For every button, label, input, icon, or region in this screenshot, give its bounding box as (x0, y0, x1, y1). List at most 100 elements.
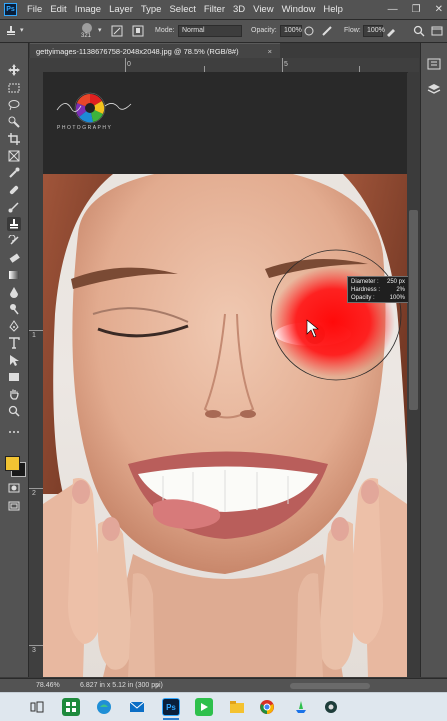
task-view-icon[interactable] (28, 698, 46, 716)
photoshop-logo-icon[interactable]: Ps (4, 3, 17, 16)
ruler-vertical: 1 2 3 (29, 72, 44, 677)
scrollbar-thumb[interactable] (409, 210, 418, 410)
chevron-down-icon[interactable]: ▾ (98, 26, 102, 34)
history-brush-tool-icon[interactable] (7, 234, 21, 248)
pen-tool-icon[interactable] (7, 319, 21, 333)
lasso-tool-icon[interactable] (7, 98, 21, 112)
ruler-number: 0 (127, 61, 131, 68)
brush-settings-icon[interactable] (110, 24, 124, 38)
more-tools-icon[interactable] (7, 425, 21, 439)
store-app-icon[interactable] (292, 698, 310, 716)
healing-brush-tool-icon[interactable] (7, 183, 21, 197)
document-canvas[interactable]: PHOTOGRAPHY (43, 72, 407, 677)
close-icon[interactable]: ✕ (435, 4, 443, 15)
opacity-label: Opacity: (251, 27, 277, 34)
panel-dock (420, 43, 447, 677)
menu-help[interactable]: Help (319, 4, 347, 15)
menu-window[interactable]: Window (278, 4, 320, 15)
zoom-tool-icon[interactable] (7, 404, 21, 418)
eyedropper-tool-icon[interactable] (7, 166, 21, 180)
hardness-value: 2% (396, 287, 405, 293)
gradient-tool-icon[interactable] (7, 268, 21, 282)
blur-tool-icon[interactable] (7, 285, 21, 299)
photoshop-taskbar-icon[interactable]: Ps (162, 698, 180, 716)
pressure-opacity-icon[interactable] (302, 24, 316, 38)
marquee-tool-icon[interactable] (7, 81, 21, 95)
type-tool-icon[interactable] (7, 336, 21, 350)
layers-panel-icon[interactable] (427, 57, 441, 76)
path-selection-tool-icon[interactable] (7, 353, 21, 367)
document-tab[interactable]: gettyimages-1138676758-2048x2048.jpg @ 7… (30, 43, 280, 58)
dodge-tool-icon[interactable] (7, 302, 21, 316)
hardness-label: Hardness : (351, 287, 381, 293)
brush-size-value: 321 (81, 33, 92, 39)
brush-tool-icon[interactable] (7, 200, 21, 214)
diameter-value: 250 px (386, 279, 405, 285)
clone-source-icon[interactable] (131, 24, 145, 38)
menu-edit[interactable]: Edit (46, 4, 70, 15)
airbrush-icon[interactable] (320, 24, 334, 38)
horizontal-scrollbar-thumb[interactable] (290, 683, 370, 689)
airbrush-mode-icon[interactable] (384, 24, 398, 38)
minimize-icon[interactable]: — (388, 4, 398, 15)
quick-selection-tool-icon[interactable] (7, 115, 21, 129)
flow-field[interactable]: 100% (363, 25, 385, 37)
chevron-down-icon[interactable]: ▾ (20, 26, 24, 34)
move-tool-icon[interactable] (7, 63, 21, 77)
ruler-number: 2 (32, 490, 36, 497)
opacity-label: Opacity : (351, 295, 375, 301)
file-explorer-icon[interactable] (228, 698, 246, 716)
flow-label: Flow: (344, 27, 361, 34)
chrome-browser-icon[interactable] (258, 698, 276, 716)
media-player-icon[interactable] (195, 698, 213, 716)
menu-filter[interactable]: Filter (200, 4, 229, 15)
clone-stamp-tool-icon[interactable] (7, 217, 21, 231)
photography-logo: PHOTOGRAPHY (55, 86, 135, 139)
frame-tool-icon[interactable] (7, 149, 21, 163)
document-title: gettyimages-1138676758-2048x2048.jpg @ 7… (36, 47, 239, 56)
diameter-label: Diameter : (351, 279, 379, 285)
logo-area: PHOTOGRAPHY (43, 72, 407, 174)
document-info: 6.827 in x 5.12 in (300 ppi) (80, 682, 163, 689)
brush-info-tooltip: Diameter : 250 px Hardness : 2% Opacity : 1… (347, 276, 409, 303)
close-tab-icon[interactable]: × (268, 44, 272, 59)
hand-tool-icon[interactable] (7, 387, 21, 401)
logo-tagline: PHOTOGRAPHY (57, 125, 113, 131)
quick-mask-icon[interactable] (7, 481, 21, 495)
mail-app-icon[interactable] (128, 698, 146, 716)
chevron-right-icon[interactable]: › (156, 681, 159, 690)
window-controls: — ❐ ✕ (388, 0, 443, 19)
mode-label: Mode: (155, 27, 175, 34)
opacity-value: 100% (389, 295, 405, 301)
menu-layer[interactable]: Layer (105, 4, 137, 15)
xbox-app-icon[interactable] (62, 698, 80, 716)
zoom-level[interactable]: 78.46% (36, 682, 60, 689)
menu-view[interactable]: View (249, 4, 277, 15)
foreground-color-swatch[interactable] (5, 456, 20, 471)
menu-type[interactable]: Type (137, 4, 166, 15)
menu-bar: Ps File Edit Image Layer Type Select Fil… (0, 0, 447, 20)
tools-panel (0, 43, 29, 677)
ruler-horizontal: 0 5 (29, 58, 419, 73)
menu-file[interactable]: File (23, 4, 46, 15)
status-bar: 78.46% 6.827 in x 5.12 in (300 ppi) › (0, 678, 447, 693)
menu-image[interactable]: Image (71, 4, 105, 15)
restore-icon[interactable]: ❐ (412, 4, 421, 15)
menu-select[interactable]: Select (165, 4, 199, 15)
edge-browser-icon[interactable] (95, 698, 113, 716)
ruler-number: 3 (32, 647, 36, 654)
portrait-photo[interactable] (43, 174, 407, 677)
mode-select[interactable]: Normal (178, 25, 242, 37)
layer-stack-icon[interactable] (427, 83, 441, 102)
crop-tool-icon[interactable] (7, 132, 21, 146)
screen-mode-icon[interactable] (7, 499, 21, 513)
workspace-icon[interactable] (430, 24, 444, 38)
search-icon[interactable] (412, 24, 426, 38)
rectangle-tool-icon[interactable] (7, 370, 21, 384)
opacity-field[interactable]: 100% (280, 25, 302, 37)
menu-3d[interactable]: 3D (229, 4, 249, 15)
ruler-number: 5 (284, 61, 288, 68)
clone-stamp-preset-icon[interactable] (4, 24, 18, 38)
camo-app-icon[interactable] (322, 698, 340, 716)
eraser-tool-icon[interactable] (7, 251, 21, 265)
